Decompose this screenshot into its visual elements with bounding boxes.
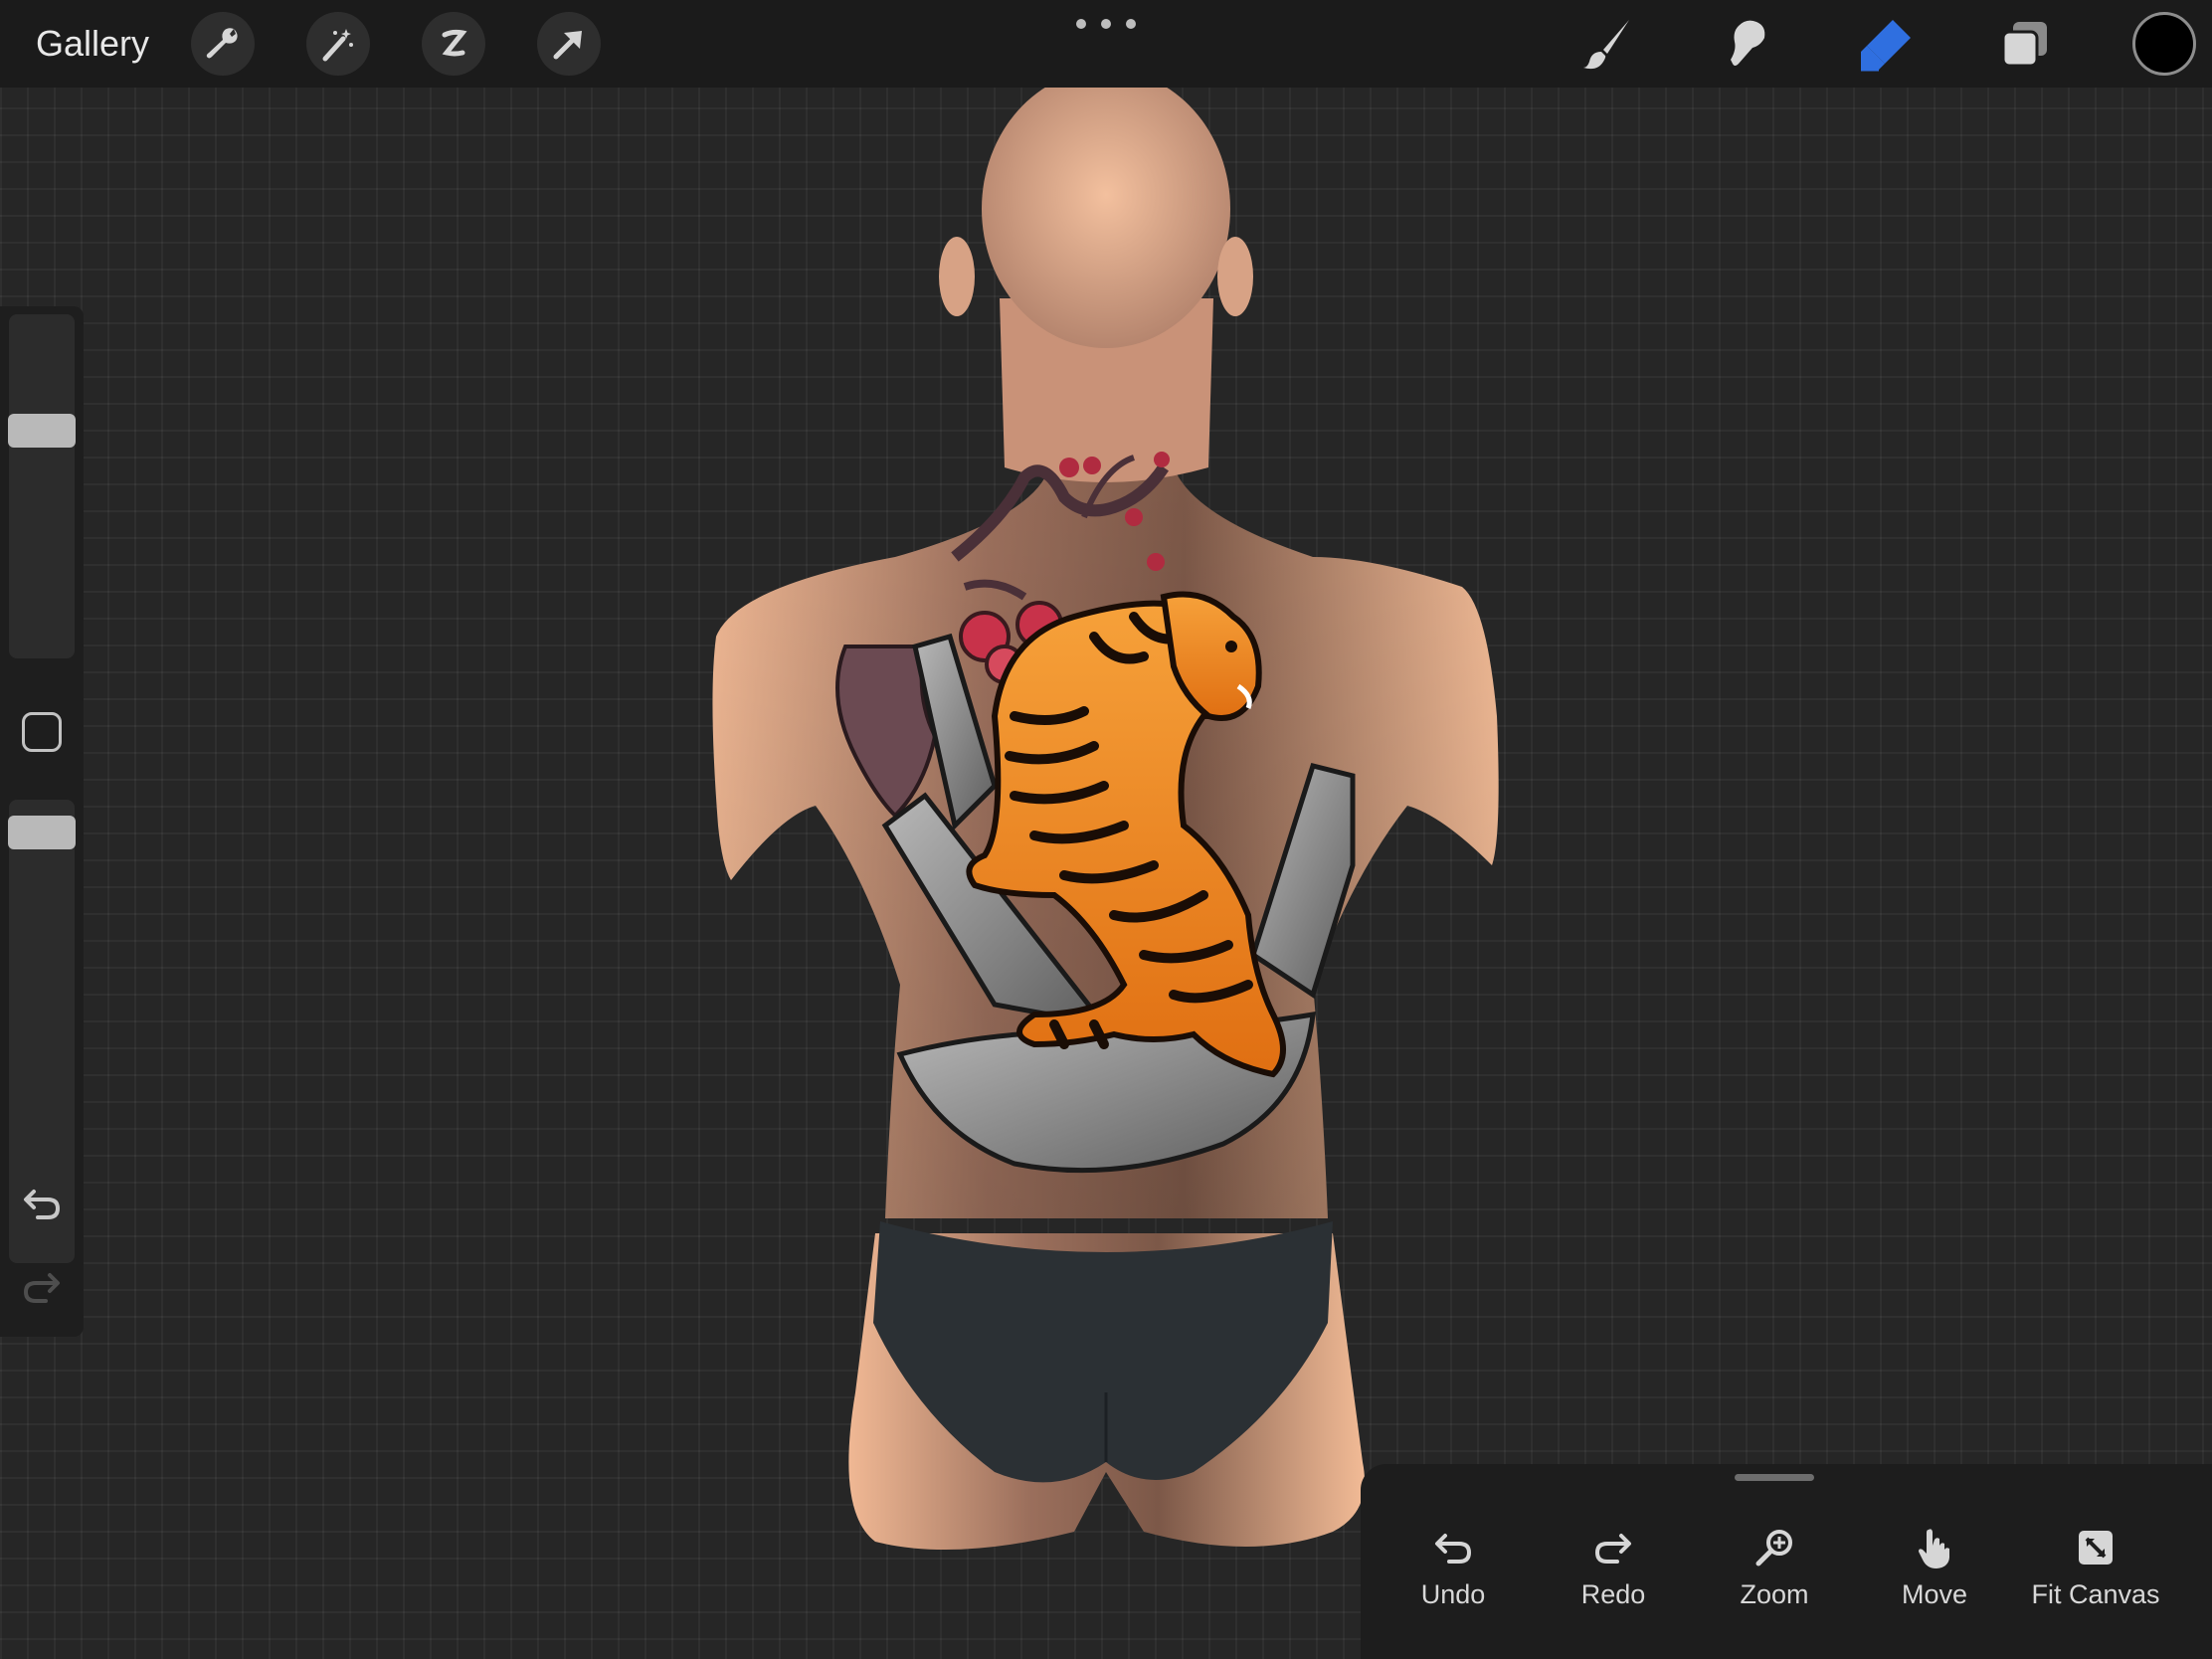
redo-arrow-icon[interactable] xyxy=(20,1265,64,1309)
brush-size-thumb[interactable] xyxy=(8,414,76,448)
undo-icon xyxy=(1429,1524,1477,1571)
quick-move-label: Move xyxy=(1901,1579,1968,1609)
transform-arrow-icon xyxy=(553,31,582,60)
quick-undo-label: Undo xyxy=(1420,1579,1486,1609)
top-toolbar: Gallery xyxy=(0,0,2212,88)
quick-redo-label: Redo xyxy=(1580,1579,1646,1609)
more-options-icon[interactable] xyxy=(1076,14,1136,34)
canvas-artwork[interactable] xyxy=(0,0,2212,1659)
redo-icon xyxy=(1589,1524,1637,1571)
adjustments-button[interactable] xyxy=(306,12,370,76)
gallery-button[interactable]: Gallery xyxy=(36,20,149,68)
eraser-tool-button[interactable] xyxy=(1854,12,1918,76)
smudge-icon xyxy=(1731,20,1765,67)
modifier-square-icon[interactable] xyxy=(22,712,62,752)
hand-icon xyxy=(1911,1524,1958,1571)
zoom-icon xyxy=(1751,1524,1798,1571)
quick-zoom-button[interactable]: Zoom xyxy=(1700,1524,1849,1633)
actions-button[interactable] xyxy=(191,12,255,76)
brush-tool-button[interactable] xyxy=(1575,12,1639,76)
quick-fit-canvas-button[interactable]: Fit Canvas xyxy=(2021,1524,2170,1633)
fit-canvas-icon xyxy=(2072,1524,2120,1571)
quick-zoom-label: Zoom xyxy=(1740,1579,1809,1609)
opacity-thumb[interactable] xyxy=(8,816,76,849)
selection-icon xyxy=(442,29,467,57)
color-picker-swatch[interactable] xyxy=(2132,12,2196,76)
left-sidebar xyxy=(0,306,84,1337)
transform-button[interactable] xyxy=(537,12,601,76)
selection-button[interactable] xyxy=(422,12,485,76)
panel-grabber[interactable] xyxy=(1735,1474,1814,1481)
layers-icon xyxy=(2001,22,2047,68)
magic-wand-icon xyxy=(322,29,353,62)
quick-redo-button[interactable]: Redo xyxy=(1539,1524,1688,1633)
eraser-icon xyxy=(1861,20,1911,72)
undo-arrow-icon[interactable] xyxy=(20,1182,64,1225)
quick-menu-panel: Undo Redo Zoom Move Fit Canvas xyxy=(1361,1464,2212,1659)
layers-button[interactable] xyxy=(1993,12,2057,76)
brush-size-slider[interactable] xyxy=(9,314,75,658)
smudge-tool-button[interactable] xyxy=(1715,12,1778,76)
brush-icon xyxy=(1583,20,1629,70)
quick-fit-canvas-label: Fit Canvas xyxy=(2031,1579,2160,1609)
wrench-icon xyxy=(206,28,238,59)
quick-undo-button[interactable]: Undo xyxy=(1379,1524,1528,1633)
quick-move-button[interactable]: Move xyxy=(1860,1524,2009,1633)
